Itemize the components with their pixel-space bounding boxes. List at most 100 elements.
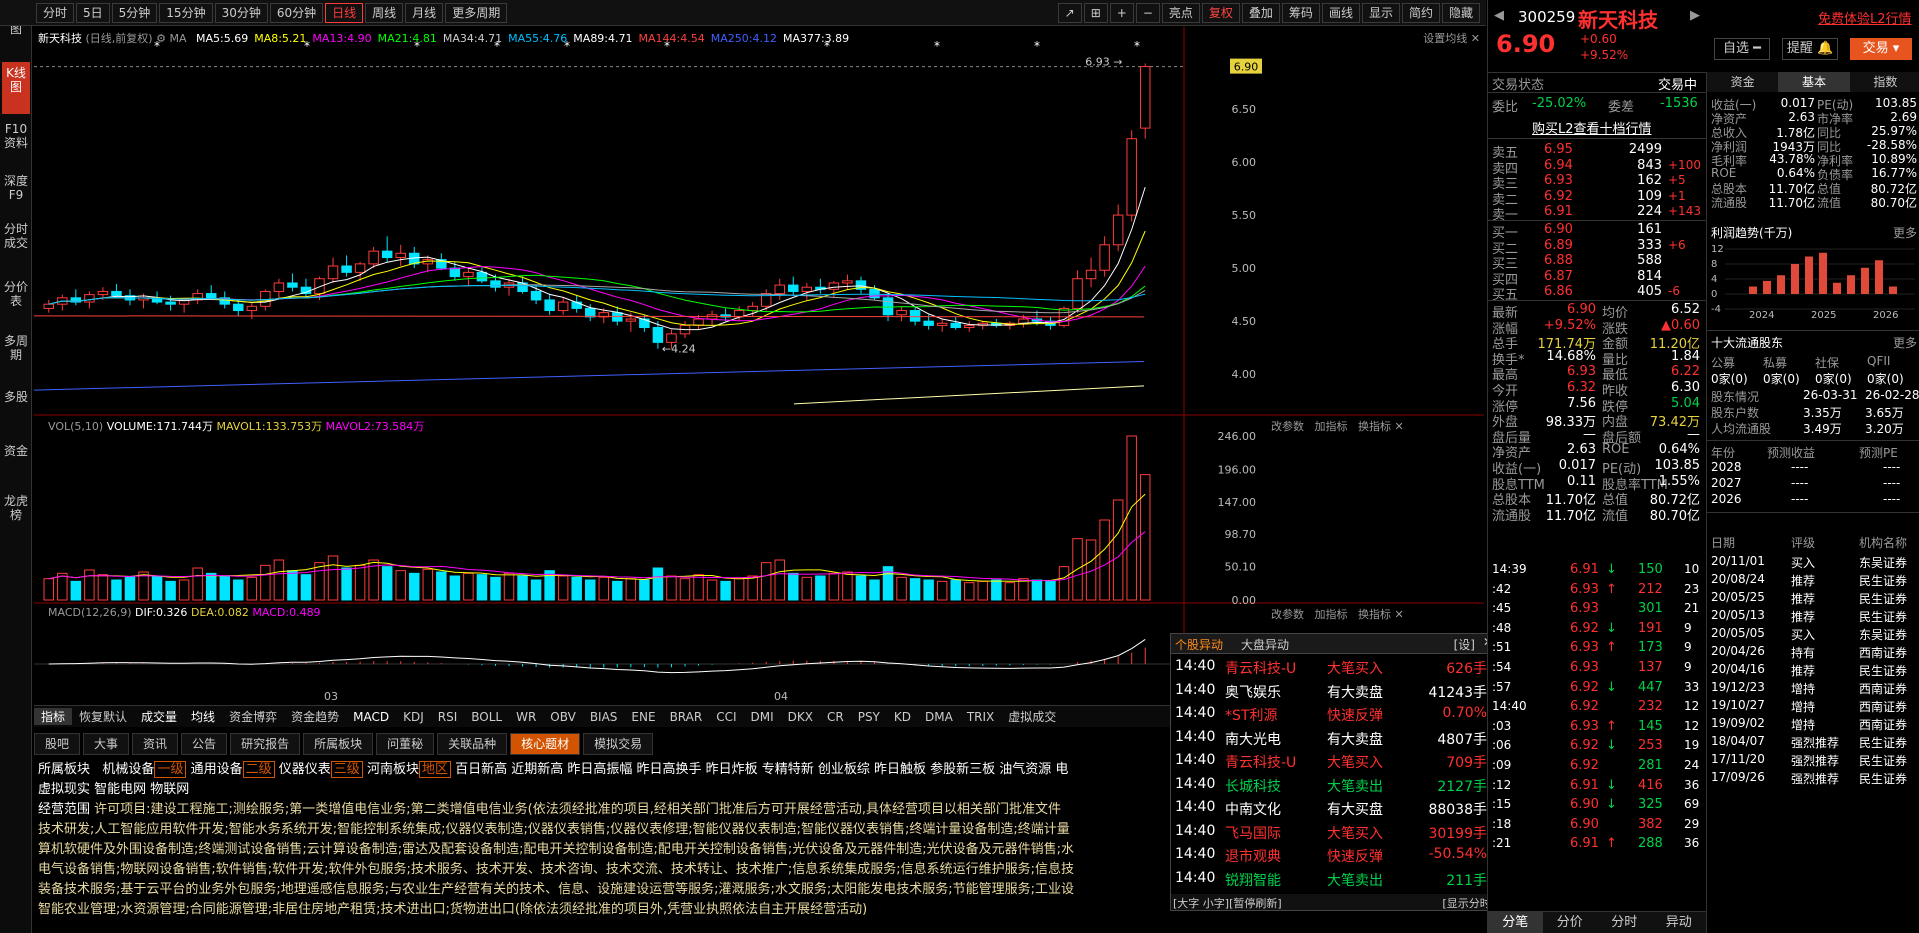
popup-row[interactable]: 14:40 南大光电 有大卖盘 4807手 xyxy=(1175,729,1493,751)
indicator-tab-13[interactable]: ENE xyxy=(624,710,662,724)
leftnav-item-1[interactable]: K线图 xyxy=(2,62,30,114)
popup-row[interactable]: 14:40 锐翔智能 大笔卖出 211手 xyxy=(1175,870,1493,892)
period-tab-2[interactable]: 5分钟 xyxy=(111,2,158,23)
period-tab-4[interactable]: 30分钟 xyxy=(214,2,268,23)
f10-tab-5[interactable]: 所属板块 xyxy=(303,733,374,755)
fund-tab-0[interactable]: 资金 xyxy=(1707,72,1778,92)
indicator-tab-22[interactable]: TRIX xyxy=(960,710,1001,724)
popup-tab-market[interactable]: 大盘异动 xyxy=(1241,636,1289,653)
f10-tab-0[interactable]: 股吧 xyxy=(34,733,81,755)
toolbar-btn-6[interactable]: 简约 xyxy=(1401,2,1440,23)
f10-tab-6[interactable]: 问董秘 xyxy=(376,733,435,755)
popup-settings[interactable]: [设] xyxy=(1454,636,1475,653)
popup-row[interactable]: 14:40 青云科技-U 大笔买入 626手 xyxy=(1175,658,1493,680)
sector-name[interactable]: 机械设备 xyxy=(102,762,154,777)
fund-tab-2[interactable]: 指数 xyxy=(1850,72,1919,92)
indicator-tab-23[interactable]: 虚拟成交 xyxy=(1001,708,1063,725)
popup-footer-left[interactable]: [大字 小字][暂停刷新] xyxy=(1173,895,1282,911)
toolbar-btn-2[interactable]: 叠加 xyxy=(1241,2,1280,23)
indicator-tab-2[interactable]: 成交量 xyxy=(134,708,184,725)
indicator-tab-18[interactable]: CR xyxy=(820,710,851,724)
popup-row[interactable]: 14:40 长城科技 大笔卖出 2127手 xyxy=(1175,776,1493,798)
indicator-tab-1[interactable]: 恢复默认 xyxy=(72,708,134,725)
leftnav-item-9[interactable]: 龙虎榜 xyxy=(2,490,30,540)
f10-tab-1[interactable]: 大事 xyxy=(83,733,130,755)
toolbar-btn-0[interactable]: 亮点 xyxy=(1161,2,1200,23)
leftnav-item-4[interactable]: 分时成交 xyxy=(2,218,30,272)
tick-tab-3[interactable]: 异动 xyxy=(1652,912,1707,933)
period-tab-3[interactable]: 15分钟 xyxy=(159,2,213,23)
zoom-out-icon[interactable]: − xyxy=(1135,2,1160,23)
toolbar-btn-7[interactable]: 隐藏 xyxy=(1441,2,1480,23)
prev-stock-icon[interactable]: ◀ xyxy=(1494,8,1504,23)
indicator-tab-14[interactable]: BRAR xyxy=(663,710,710,724)
indicator-tab-8[interactable]: RSI xyxy=(431,710,465,724)
leftnav-item-8[interactable]: 资金 xyxy=(2,440,30,484)
indicator-tab-17[interactable]: DKX xyxy=(781,710,820,724)
tick-tab-0[interactable]: 分笔 xyxy=(1488,912,1543,933)
indicator-tab-10[interactable]: WR xyxy=(509,710,543,724)
f10-tab-8[interactable]: 核心题材 xyxy=(510,733,581,755)
tick-tab-2[interactable]: 分时 xyxy=(1597,912,1652,933)
indicator-tab-5[interactable]: 资金趋势 xyxy=(284,708,346,725)
vol-action-switch[interactable]: 换指标 xyxy=(1358,420,1391,433)
period-tab-0[interactable]: 分时 xyxy=(36,2,75,23)
popup-row[interactable]: 14:40 奥飞娱乐 有大卖盘 41243手 xyxy=(1175,682,1493,704)
indicator-tab-15[interactable]: CCI xyxy=(709,710,743,724)
indicator-tab-11[interactable]: OBV xyxy=(543,710,583,724)
free-l2-link[interactable]: 免费体验L2行情 xyxy=(1818,8,1912,27)
macd-action-switch[interactable]: 换指标 xyxy=(1358,608,1391,621)
macd-actions[interactable]: 改参数 加指标 换指标 ✕ xyxy=(1271,606,1404,622)
indicator-tab-4[interactable]: 资金博弈 xyxy=(222,708,284,725)
macd-action-add[interactable]: 加指标 xyxy=(1315,608,1348,621)
period-tab-6[interactable]: 日线 xyxy=(325,2,364,23)
popup-row[interactable]: 14:40 退市观典 快速反弹 -50.54% xyxy=(1175,846,1493,868)
indicator-tab-19[interactable]: PSY xyxy=(851,710,887,724)
indicator-tab-0[interactable]: 指标 xyxy=(34,708,73,725)
popup-row[interactable]: 14:40 *ST利源 快速反弹 0.70% xyxy=(1175,705,1493,727)
macd-action-params[interactable]: 改参数 xyxy=(1271,608,1304,621)
toolbar-btn-5[interactable]: 显示 xyxy=(1361,2,1400,23)
f10-tab-9[interactable]: 模拟交易 xyxy=(583,733,654,755)
sector-name[interactable]: 仪器仪表 xyxy=(279,762,331,777)
f10-tab-3[interactable]: 公告 xyxy=(181,733,228,755)
settings-icon[interactable]: ⚙ xyxy=(156,32,166,45)
fund-tab-1[interactable]: 基本 xyxy=(1778,72,1850,92)
leftnav-item-6[interactable]: 多周期 xyxy=(2,330,30,380)
leftnav-item-3[interactable]: 深度F9 xyxy=(2,170,30,214)
popup-tab-stock[interactable]: 个股异动 xyxy=(1175,636,1223,653)
indicator-tab-3[interactable]: 均线 xyxy=(184,708,222,725)
trade-button[interactable]: 交易 ▾ xyxy=(1850,38,1912,60)
tick-tab-1[interactable]: 分价 xyxy=(1543,912,1598,933)
volume-chart[interactable]: VOL(5,10) VOLUME:171.744万 MAVOL1:133.753… xyxy=(34,416,1484,607)
f10-tab-4[interactable]: 研究报告 xyxy=(230,733,301,755)
leftnav-item-5[interactable]: 分价表 xyxy=(2,276,30,326)
toolbar-btn-3[interactable]: 筹码 xyxy=(1281,2,1320,23)
indicator-tab-12[interactable]: BIAS xyxy=(583,710,625,724)
sector-name[interactable]: 通用设备 xyxy=(191,762,243,777)
period-tab-7[interactable]: 周线 xyxy=(365,2,404,23)
grid-icon[interactable]: ⊞ xyxy=(1083,2,1108,23)
indicator-tab-20[interactable]: KD xyxy=(887,710,918,724)
popup-row[interactable]: 14:40 飞马国际 大笔买入 30199手 xyxy=(1175,823,1493,845)
zoom-in-icon[interactable]: + xyxy=(1109,2,1134,23)
indicator-tab-6[interactable]: MACD xyxy=(346,710,396,724)
indicator-tab-21[interactable]: DMA xyxy=(918,710,960,724)
movement-popup[interactable]: 个股异动 大盘异动 [设] ✕ 14:40青云科技-U大笔买入626手14:40… xyxy=(1170,633,1498,911)
period-tab-8[interactable]: 月线 xyxy=(405,2,444,23)
vol-actions[interactable]: 改参数 加指标 换指标 ✕ xyxy=(1271,418,1404,434)
export-icon[interactable]: ↗ xyxy=(1057,2,1082,23)
popup-row[interactable]: 14:40 中南文化 有大买盘 88038手 xyxy=(1175,799,1493,821)
set-ma-button[interactable]: 设置均线 ✕ xyxy=(1423,30,1480,46)
watchlist-button[interactable]: 自选 ━ xyxy=(1714,38,1770,60)
popup-row[interactable]: 14:40 青云科技-U 大笔买入 709手 xyxy=(1175,752,1493,774)
kline-chart[interactable]: 新天科技 (日线,前复权) ⚙ MA MA5:5.69 MA8:5.21 MA13:… xyxy=(33,26,1484,416)
sector-name[interactable]: 河南板块 xyxy=(367,762,419,777)
next-stock-icon[interactable]: ▶ xyxy=(1690,8,1700,23)
f10-tab-7[interactable]: 关联品种 xyxy=(437,733,508,755)
indicator-tab-7[interactable]: KDJ xyxy=(396,710,431,724)
period-tab-1[interactable]: 5日 xyxy=(76,2,110,23)
vol-action-add[interactable]: 加指标 xyxy=(1315,420,1348,433)
alert-button[interactable]: 提醒 🔔 xyxy=(1782,38,1838,60)
leftnav-item-2[interactable]: F10资料 xyxy=(2,118,30,166)
